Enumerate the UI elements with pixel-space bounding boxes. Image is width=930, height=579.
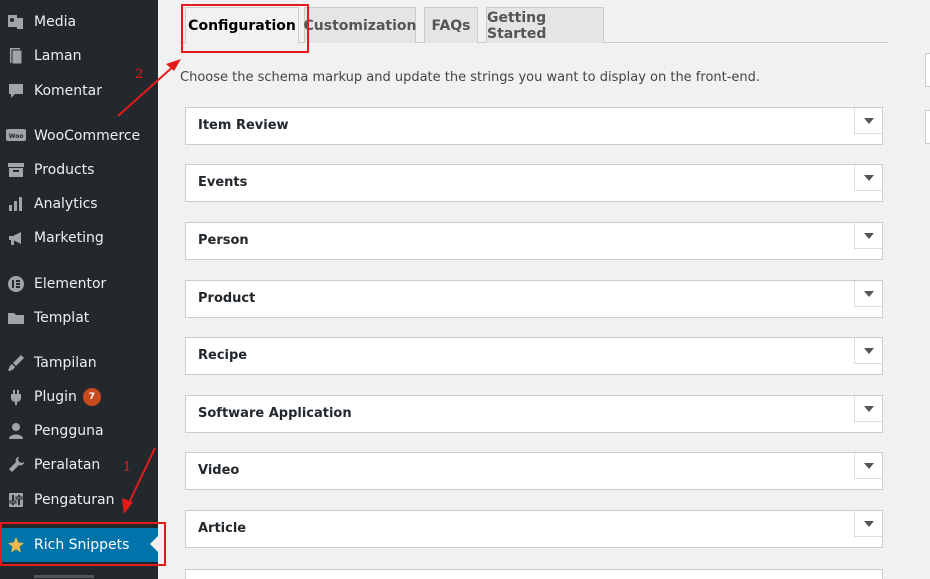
annotation-arrow-2: [117, 63, 177, 117]
annotation-arrowhead-1: [122, 498, 133, 514]
annotation-arrowhead-2: [166, 59, 181, 71]
annotation-arrow-1: [127, 447, 156, 506]
annotation-arrows: [117, 59, 181, 514]
